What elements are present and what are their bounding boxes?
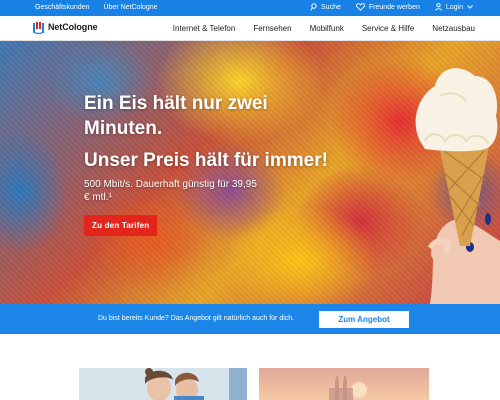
search-label: Suche	[321, 3, 341, 11]
login-label: Login	[445, 3, 463, 11]
customer-info-bar: Du bist bereits Kunde? Das Angebot gilt …	[0, 304, 500, 334]
tariffs-button[interactable]: Zu den Tarifen	[84, 215, 158, 236]
main-navigation: NetCologne Internet & Telefon Fernsehen …	[0, 16, 500, 41]
cologne-skyline-image	[259, 368, 429, 400]
login-menu[interactable]: Login	[435, 3, 473, 11]
search-icon	[310, 3, 317, 11]
hero-subtitle: Unser Preis hält für immer!	[84, 150, 328, 171]
chevron-down-icon	[467, 5, 473, 9]
brand-name: NetCologne	[48, 22, 98, 32]
brand-logo[interactable]: NetCologne	[32, 21, 98, 35]
netcologne-logo-icon	[32, 21, 45, 35]
page: Geschäftskunden Über NetCologne Suche Fr…	[0, 0, 500, 400]
family-photo-image	[79, 368, 247, 400]
top-links: Geschäftskunden Über NetCologne	[35, 4, 158, 11]
hero-title: Ein Eis hält nur zwei Minuten.	[84, 93, 268, 139]
teaser-image-city[interactable]	[259, 368, 429, 400]
offer-button[interactable]: Zum Angebot	[319, 311, 409, 328]
search-link[interactable]: Suche	[310, 3, 341, 11]
top-utility-bar: Geschäftskunden Über NetCologne Suche Fr…	[0, 0, 500, 16]
teaser-image-family[interactable]	[79, 368, 247, 400]
top-utilities: Suche Freunde werben Login	[310, 3, 473, 11]
nav-item-service-hilfe[interactable]: Service & Hilfe	[362, 24, 414, 33]
about-link[interactable]: Über NetCologne	[103, 4, 157, 11]
nav-item-mobilfunk[interactable]: Mobilfunk	[310, 24, 344, 33]
ice-cream-image	[415, 68, 500, 304]
hero-offer-text: 500 Mbit/s. Dauerhaft günstig für 39,95 …	[84, 179, 257, 203]
nav-item-internet-telefon[interactable]: Internet & Telefon	[173, 24, 236, 33]
hero-copy: Ein Eis hält nur zwei Minuten. Unser Pre…	[84, 91, 334, 236]
nav-links: Internet & Telefon Fernsehen Mobilfunk S…	[173, 24, 475, 33]
referral-label: Freunde werben	[368, 3, 420, 11]
nav-item-netzausbau[interactable]: Netzausbau	[432, 24, 475, 33]
heart-icon	[355, 3, 365, 11]
referral-link[interactable]: Freunde werben	[355, 3, 420, 11]
business-customers-link[interactable]: Geschäftskunden	[35, 4, 89, 11]
user-icon	[435, 3, 442, 11]
hero-banner: Ein Eis hält nur zwei Minuten. Unser Pre…	[0, 41, 500, 304]
existing-customer-text: Du bist bereits Kunde? Das Angebot gilt …	[98, 315, 295, 322]
nav-item-fernsehen[interactable]: Fernsehen	[253, 24, 291, 33]
